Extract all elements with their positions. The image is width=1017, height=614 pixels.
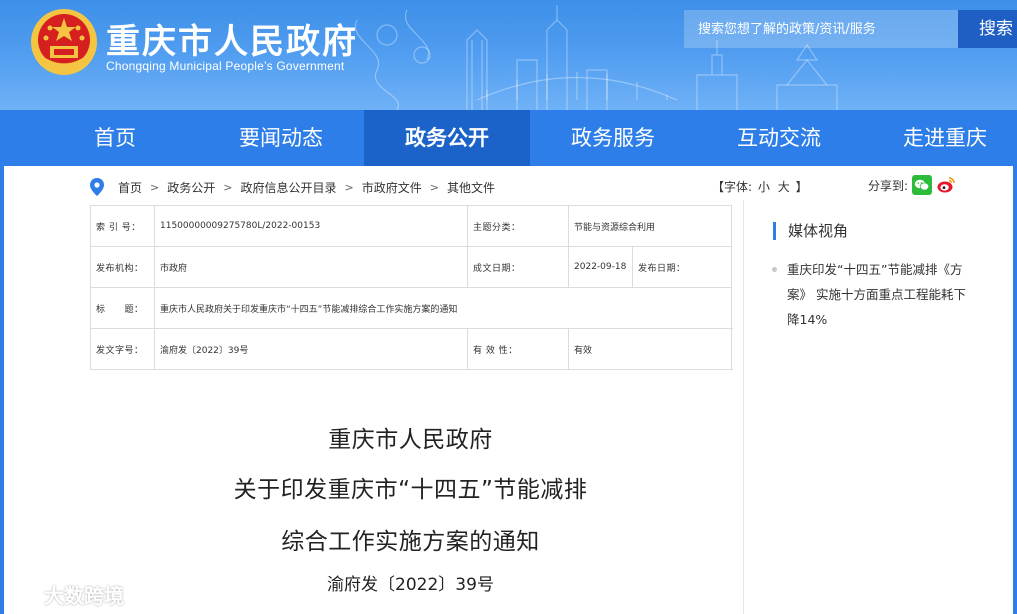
share-area: 分享到: [868, 175, 956, 195]
document-title-line-2: 关于印发重庆市“十四五”节能减排 [233, 477, 588, 503]
search-input[interactable] [684, 10, 958, 48]
font-size-label-open: 【字体: [712, 180, 753, 194]
watermark: 大数跨境 [6, 580, 124, 609]
font-size-large-button[interactable]: 大 [778, 180, 790, 194]
document-number: 渝府发〔2022〕39号 [327, 575, 494, 595]
table-row: 索 引 号： 11500000009275780L/2022-00153 主题分… [90, 205, 733, 247]
font-size-tools: 【字体: 小 大 】 [712, 178, 808, 195]
list-bullet [772, 267, 777, 272]
breadcrumb-separator: > [344, 180, 354, 194]
topic-label: 主题分类： [467, 205, 570, 247]
title-label: 标 题： [90, 287, 155, 329]
main-nav: 首页 要闻动态 政务公开 政务服务 互动交流 走进重庆 [0, 110, 1017, 166]
topic-value: 节能与资源综合利用 [568, 205, 733, 247]
nav-item-home[interactable]: 首页 [0, 110, 198, 166]
issuing-org-value: 市政府 [153, 246, 469, 288]
font-size-small-button[interactable]: 小 [758, 180, 770, 194]
wechat-icon[interactable] [912, 175, 933, 195]
date-created-label: 成文日期： [467, 246, 570, 288]
nav-item-about-chongqing[interactable]: 走进重庆 [862, 110, 1017, 166]
index-number-label: 索 引 号： [90, 205, 155, 247]
breadcrumb-separator: > [429, 180, 439, 194]
document-title-line-3: 综合工作实施方案的通知 [281, 529, 540, 555]
media-perspective-heading: 媒体视角 [773, 222, 848, 240]
index-number-value: 11500000009275780L/2022-00153 [153, 205, 469, 247]
doc-number-label: 发文字号： [90, 328, 155, 370]
site-subtitle: Chongqing Municipal People’s Government [106, 59, 345, 73]
table-row: 发文字号： 渝府发〔2022〕39号 有 效 性： 有效 [90, 328, 733, 370]
date-published-label: 发布日期： [632, 246, 733, 288]
column-divider [743, 200, 744, 614]
validity-label: 有 效 性： [467, 328, 570, 370]
issuing-org-label: 发布机构： [90, 246, 155, 288]
watermark-logo-icon [8, 583, 43, 602]
date-created-value: 2022-09-18 [568, 246, 634, 288]
site-header: 重庆市人民政府 Chongqing Municipal People’s Gov… [0, 0, 1017, 110]
font-size-label-close: 】 [795, 180, 808, 194]
national-emblem-icon [31, 9, 97, 75]
document-info-table: 索 引 号： 11500000009275780L/2022-00153 主题分… [90, 205, 733, 370]
site-title: 重庆市人民政府 [106, 22, 358, 62]
breadcrumb-info-catalog[interactable]: 政府信息公开目录 [240, 179, 336, 196]
table-row: 标 题： 重庆市人民政府关于印发重庆市“十四五”节能减排综合工作实施方案的通知 [90, 287, 733, 329]
breadcrumb-government-affairs[interactable]: 政务公开 [167, 179, 215, 196]
document-title-line-1: 重庆市人民政府 [328, 427, 493, 453]
breadcrumb-separator: > [223, 180, 233, 194]
weibo-icon[interactable] [936, 175, 956, 195]
nav-item-interaction[interactable]: 互动交流 [696, 110, 862, 166]
breadcrumb-other-documents[interactable]: 其他文件 [447, 179, 495, 196]
search-button[interactable]: 搜索 [958, 10, 1017, 48]
location-pin-icon [90, 178, 104, 196]
frame-border-left [0, 166, 4, 614]
table-row: 发布机构： 市政府 成文日期： 2022-09-18 发布日期： 2022-10… [90, 246, 733, 288]
breadcrumb-home[interactable]: 首页 [118, 179, 142, 196]
breadcrumb-municipal-documents[interactable]: 市政府文件 [362, 179, 422, 196]
watermark-text: 大数跨境 [44, 584, 124, 608]
media-news-text: 重庆印发“十四五”节能减排《方案》 实施十方面重点工程能耗下降14% [787, 262, 966, 327]
title-value: 重庆市人民政府关于印发重庆市“十四五”节能减排综合工作实施方案的通知 [153, 287, 733, 329]
share-label: 分享到: [868, 178, 909, 193]
frame-border-right [1013, 166, 1017, 614]
nav-item-news[interactable]: 要闻动态 [198, 110, 364, 166]
nav-item-government-affairs[interactable]: 政务公开 [364, 110, 530, 166]
doc-number-value: 渝府发〔2022〕39号 [153, 328, 469, 370]
breadcrumb-separator: > [150, 180, 160, 194]
nav-item-services[interactable]: 政务服务 [530, 110, 696, 166]
media-news-link[interactable]: 重庆印发“十四五”节能减排《方案》 实施十方面重点工程能耗下降14% [772, 257, 972, 332]
breadcrumb: 首页 > 政务公开 > 政府信息公开目录 > 市政府文件 > 其他文件 [90, 176, 495, 198]
validity-value: 有效 [568, 328, 733, 370]
